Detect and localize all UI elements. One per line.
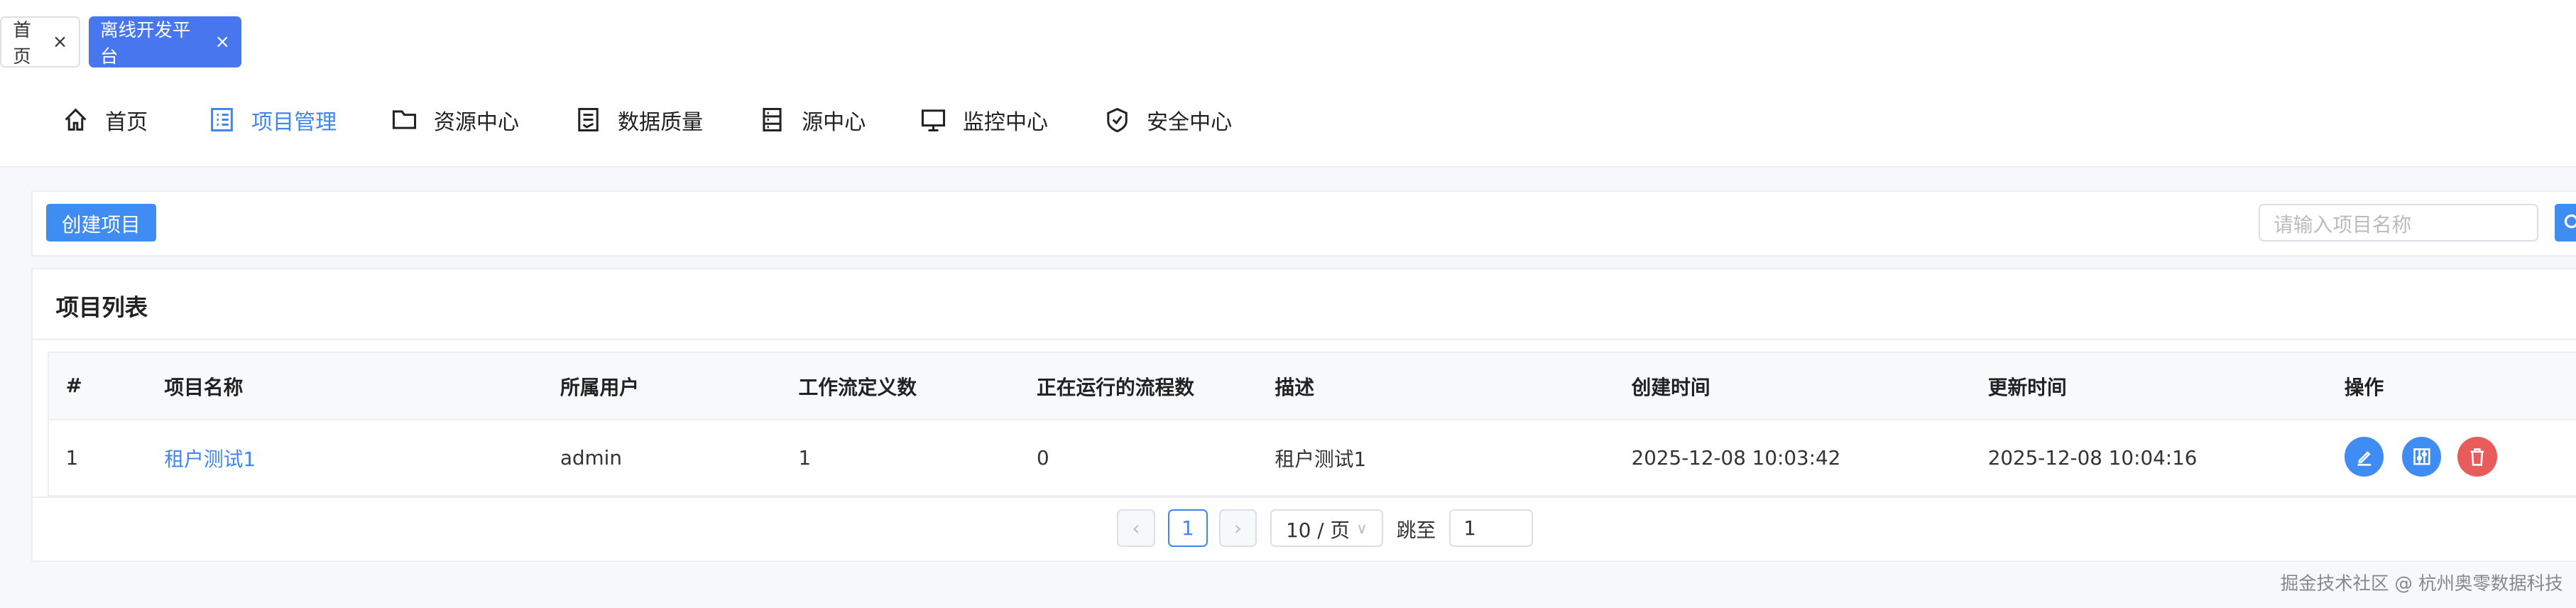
shield-icon <box>1107 108 1128 133</box>
watermark: 掘金技术社区 @ 杭州奥零数据科技 <box>2280 572 2563 595</box>
close-icon[interactable]: × <box>215 31 230 53</box>
page-size-value: 10 / 页 <box>1286 518 1350 542</box>
monitor-icon <box>921 109 945 132</box>
list-title: 项目列表 <box>55 294 148 322</box>
project-name-search-input[interactable]: 请输入项目名称 <box>2259 203 2538 242</box>
settings-button[interactable] <box>2401 437 2442 477</box>
tab-home[interactable]: 首页 × <box>0 16 81 67</box>
folder-icon <box>392 110 416 129</box>
nav-project-management[interactable]: 项目管理 <box>209 102 337 138</box>
nav-monitor-center[interactable]: 监控中心 <box>920 102 1048 138</box>
column-header: # <box>65 374 82 398</box>
server-icon <box>763 108 782 132</box>
tab-label: 首页 <box>13 19 31 67</box>
column-header: 更新时间 <box>1987 375 2067 399</box>
nav-label: 项目管理 <box>251 109 337 135</box>
cell-index: 1 <box>65 445 79 469</box>
column-header: 正在运行的流程数 <box>1037 375 1195 399</box>
edit-icon <box>2357 451 2371 467</box>
next-page-button[interactable]: › <box>1218 509 1257 548</box>
column-header: 项目名称 <box>164 375 244 399</box>
page-size-select[interactable]: 10 / 页 ∨ <box>1270 509 1384 548</box>
nav-label: 源中心 <box>802 109 866 135</box>
cell-running: 0 <box>1037 445 1049 469</box>
search-button[interactable] <box>2554 203 2576 242</box>
edit-button[interactable] <box>2344 437 2384 477</box>
column-header: 工作流定义数 <box>798 375 917 399</box>
home-icon <box>65 108 87 131</box>
column-header: 描述 <box>1275 375 1315 399</box>
divider <box>33 496 2576 499</box>
cell-description: 租户测试1 <box>1275 447 1367 472</box>
nav-home[interactable]: 首页 <box>62 102 148 138</box>
nav-label: 首页 <box>105 109 148 135</box>
tab-offline-platform[interactable]: 离线开发平台 × <box>88 16 242 67</box>
document-check-icon <box>578 108 599 132</box>
column-header: 所属用户 <box>560 375 640 399</box>
search-icon <box>2564 214 2576 228</box>
jump-page-input[interactable]: 1 <box>1448 509 1533 548</box>
nav-label: 资源中心 <box>433 109 520 135</box>
nav-data-quality[interactable]: 数据质量 <box>575 102 703 138</box>
prev-page-button[interactable]: ‹ <box>1117 509 1155 548</box>
divider <box>33 338 2576 340</box>
chevron-down-icon: ∨ <box>1356 519 1368 537</box>
cell-user: admin <box>560 445 622 469</box>
nav-label: 安全中心 <box>1147 109 1233 135</box>
nav-label: 数据质量 <box>617 109 704 135</box>
page-1-button[interactable]: 1 <box>1168 509 1208 548</box>
nav-security-center[interactable]: 安全中心 <box>1104 102 1232 138</box>
cell-workflows: 1 <box>798 445 812 469</box>
nav-source-center[interactable]: 源中心 <box>759 102 866 138</box>
chevron-right-icon: › <box>1233 516 1242 541</box>
delete-button[interactable] <box>2457 437 2497 477</box>
column-header: 操作 <box>2344 375 2384 399</box>
top-header <box>0 0 2576 168</box>
cell-created: 2025-12-08 10:03:42 <box>1631 445 1841 469</box>
project-name-link[interactable]: 租户测试1 <box>164 419 256 496</box>
column-header: 创建时间 <box>1631 375 1710 399</box>
jump-label: 跳至 <box>1396 518 1436 542</box>
cell-updated: 2025-12-08 10:04:16 <box>1987 445 2198 469</box>
trash-icon <box>2470 448 2484 467</box>
toolbar-card <box>31 190 2576 256</box>
close-icon[interactable]: × <box>53 31 67 53</box>
create-project-button[interactable]: 创建项目 <box>45 203 156 242</box>
nav-resource-center[interactable]: 资源中心 <box>391 102 519 138</box>
tab-label: 离线开发平台 <box>100 19 191 67</box>
list-icon <box>210 108 233 132</box>
sliders-icon <box>2413 448 2430 465</box>
chevron-left-icon: ‹ <box>1132 516 1140 541</box>
nav-label: 监控中心 <box>962 109 1049 135</box>
